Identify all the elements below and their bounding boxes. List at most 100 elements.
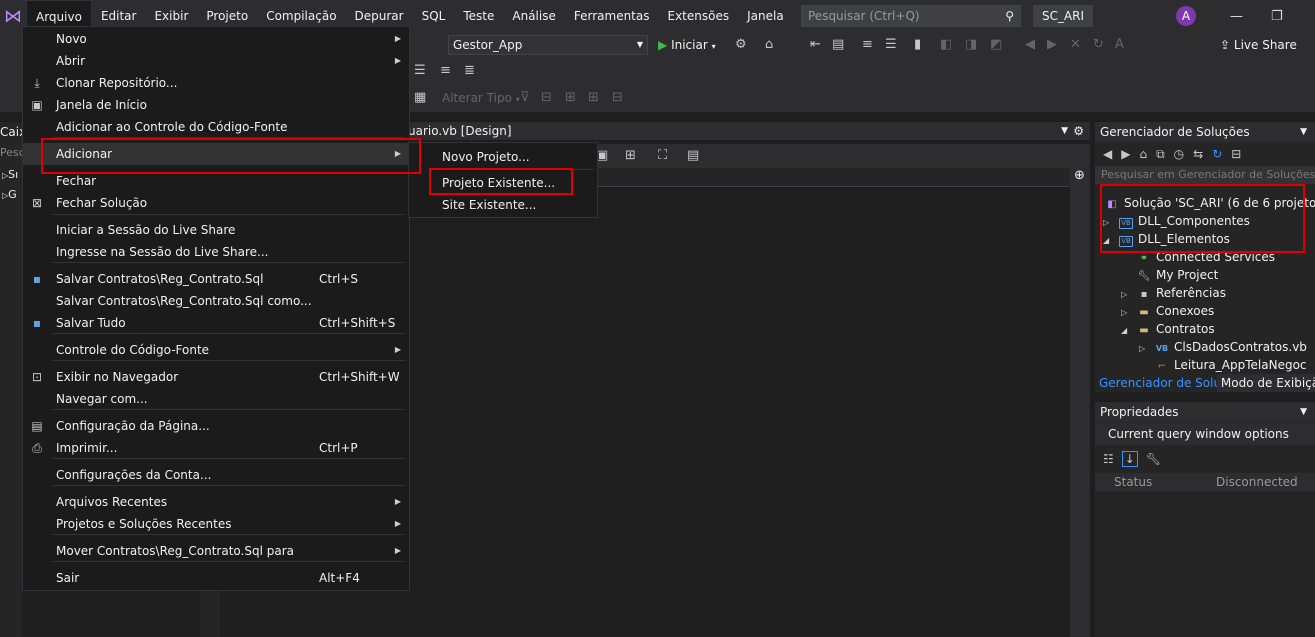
save-all-icon: ▪ [32,316,42,330]
alter-type-button[interactable]: Alterar Tipo ▾ [442,88,520,110]
menu-item[interactable]: ▪ Salvar Contratos\Reg_Contrato.Sql Ctrl+S [23,268,409,290]
tree-item[interactable]: ▷ VB ClsDadosContratos.vb [1139,338,1307,356]
chevron-down-icon[interactable]: ▼ [1300,402,1307,422]
tree-item[interactable]: ▷ ▪ Referências [1121,284,1226,302]
menu-item[interactable]: Ingresse na Sessão do Live Share... [23,241,409,263]
navigate-forward-icon[interactable]: ▶ [1047,35,1057,55]
menu-item[interactable]: Projetos e Soluções Recentes ▶ [23,513,409,535]
tree-item[interactable]: 🔧︎ My Project [1121,266,1219,284]
switch-views-icon[interactable]: ⧉ [1156,147,1165,162]
startup-project-combo[interactable]: Gestor_App ▼ [448,35,648,55]
menu-extensoes[interactable]: Extensões [659,0,739,32]
bookmark-prev-icon[interactable]: ◧ [940,35,952,55]
menu-item[interactable]: Adicionar ao Controle do Código-Fonte [23,116,409,138]
toolbox-group-2[interactable]: ▷G [2,188,17,201]
property-row[interactable]: Status Disconnected [1095,473,1315,491]
solution-explorer-search[interactable]: Pesquisar em Gerenciador de Soluções ( [1095,166,1315,184]
align-left-icon[interactable]: ≡ [440,61,451,81]
menu-ferramentas[interactable]: Ferramentas [565,0,659,32]
menu-item[interactable]: Configurações da Conta... [23,464,409,486]
alphabetical-icon[interactable]: ↓ [1121,451,1138,467]
menu-item[interactable]: Arquivos Recentes ▶ [23,491,409,513]
menu-item[interactable]: ▤ Configuração da Página... [23,415,409,437]
indent-icon[interactable]: ☰ [885,35,897,55]
font-size-icon[interactable]: A [1115,35,1124,55]
home-icon[interactable]: ⌂ [765,35,773,55]
properties-icon[interactable]: ▤ [687,146,699,166]
sync-icon[interactable]: ⇆ [1193,147,1203,161]
align-right-icon[interactable]: ≣ [464,61,475,81]
split-icon[interactable]: ⊕ [1074,168,1085,183]
print-icon: ⎙ [32,441,42,455]
menu-item[interactable]: Navegar com... [23,388,409,410]
tree-item[interactable]: ◢ ▬ Contratos [1121,320,1215,338]
step-icon[interactable]: ⇤ [810,35,821,55]
tree-item[interactable]: ⌐ Leitura_AppTelaNegoc [1139,356,1307,374]
back-icon[interactable]: ◀ [1103,147,1112,161]
navigate-back-icon[interactable]: ◀ [1025,35,1035,55]
minimize-icon[interactable]: — [1230,9,1243,24]
refresh-icon[interactable]: ↻ [1212,147,1222,161]
gear-icon[interactable]: ⚙ [1073,122,1084,140]
chevron-down-icon[interactable]: ▼ [1061,122,1068,140]
forward-icon[interactable]: ▶ [1121,147,1130,161]
align-icon[interactable]: ☰ [414,61,426,81]
avatar[interactable]: A [1176,6,1196,26]
filter-icon[interactable]: ⊽ [520,88,530,108]
menu-item[interactable]: Abrir ▶ [23,50,409,72]
bookmark-icon[interactable]: ▮ [914,35,921,55]
menu-item[interactable]: Mover Contratos\Reg_Contrato.Sql para ▶ [23,540,409,562]
menu-item-shortcut: Ctrl+P [319,441,358,455]
history-icon[interactable]: ◷ [1174,147,1184,161]
global-search-input[interactable]: Pesquisar (Ctrl+Q) ⚲ [801,5,1021,27]
collapse-all-icon[interactable]: ⊟ [1231,147,1241,161]
layout-icon[interactable]: ▤ [832,35,844,55]
property-pages-icon[interactable]: 🔧︎ [1146,452,1161,466]
start-button[interactable]: ▶ Iniciar ▾ [658,35,716,57]
sql-icon[interactable]: ⊟ [541,88,552,108]
table-icon[interactable]: ⊞ [588,88,599,108]
resize-icon[interactable]: ⛶ [658,146,667,166]
menu-analise[interactable]: Análise [503,0,564,32]
bookmark-clear-icon[interactable]: ◩ [990,35,1002,55]
menu-item[interactable]: ⊡ Exibir no Navegador Ctrl+Shift+W [23,366,409,388]
browser-link-icon[interactable]: ⚙ [735,35,747,55]
results-icon[interactable]: ▦ [414,88,426,108]
menu-sql[interactable]: SQL [413,0,455,32]
table-icon[interactable]: ⊞ [625,146,636,166]
menu-teste[interactable]: Teste [454,0,503,32]
menu-item[interactable]: Controle do Código-Fonte ▶ [23,339,409,361]
menu-item[interactable]: ⎙ Imprimir... Ctrl+P [23,437,409,459]
menu-item-existing-site[interactable]: Site Existente... [409,194,597,216]
menu-item[interactable]: Iniciar a Sessão do Live Share [23,219,409,241]
live-share-button[interactable]: ⇪ Live Share [1220,35,1297,55]
refresh-icon[interactable]: ↻ [1093,35,1104,55]
bookmark-next-icon[interactable]: ◨ [965,35,977,55]
categorized-icon[interactable]: ☷ [1103,452,1114,466]
properties-object-selector[interactable]: Current query window options [1095,423,1315,445]
highlight-solution-projects [1100,184,1305,253]
home-icon[interactable]: ⌂ [1139,147,1147,161]
menu-item[interactable]: ▪ Salvar Tudo Ctrl+Shift+S [23,312,409,334]
list-icon[interactable]: ≡ [862,35,873,55]
property-name: Status [1114,475,1153,489]
menu-item[interactable]: Sair Alt+F4 [23,567,409,589]
menu-item[interactable]: Salvar Contratos\Reg_Contrato.Sql como..… [23,290,409,312]
chevron-down-icon[interactable]: ▼ [1300,122,1307,142]
vertical-scrollbar[interactable]: ⊕ [1070,168,1090,637]
tab-solution-explorer[interactable]: Gerenciador de Solu... [1095,374,1217,392]
menu-item[interactable]: ▣ Janela de Início [23,94,409,116]
stop-icon[interactable]: ✕ [1070,35,1081,55]
grid-icon[interactable]: ⊞ [565,88,576,108]
menu-item-new-project[interactable]: Novo Projeto... [409,146,597,168]
menu-item[interactable]: ⤓ Clonar Repositório... [23,72,409,94]
menu-item[interactable]: ⊠ Fechar Solução [23,192,409,214]
menu-item[interactable]: Novo ▶ [23,28,409,50]
tab-class-view[interactable]: Modo de Exibição [1217,374,1315,392]
expanded-arrow-icon[interactable]: ◢ [1121,322,1135,340]
toolbox-group-1[interactable]: ▷Sı [2,168,18,181]
menu-janela[interactable]: Janela [738,0,793,32]
tree-item[interactable]: ▷ ▬ Conexoes [1121,302,1214,320]
restore-icon[interactable]: ❐ [1271,9,1283,24]
layout-grid-icon[interactable]: ⊟ [612,88,623,108]
